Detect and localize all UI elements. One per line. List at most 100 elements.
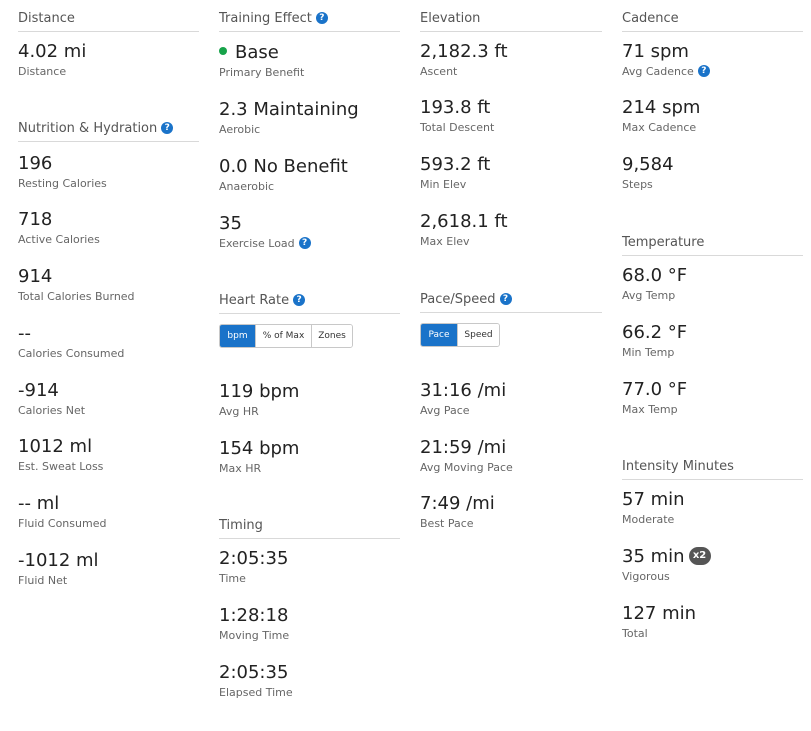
toggle-zones[interactable]: Zones bbox=[311, 325, 352, 347]
stat-label: Resting Calories bbox=[18, 177, 107, 190]
stat-value: 2.3 Maintaining bbox=[219, 99, 359, 120]
stat-value: 119 bpm bbox=[219, 381, 300, 402]
stat-label: Anaerobic bbox=[219, 180, 275, 193]
stat-label: Max Elev bbox=[420, 235, 470, 248]
stat-value: 593.2 ft bbox=[420, 154, 491, 175]
heart-rate-title-text: Heart Rate bbox=[219, 293, 290, 308]
stat-label: Min Temp bbox=[622, 346, 675, 359]
help-icon[interactable]: ? bbox=[499, 292, 512, 305]
stat-label: Moving Time bbox=[219, 629, 290, 642]
heart-rate-title: Heart Rate? bbox=[219, 282, 400, 314]
stat-value: -- ml bbox=[18, 493, 60, 514]
stat-label: Est. Sweat Loss bbox=[18, 460, 104, 473]
stat-value: 35 bbox=[219, 213, 242, 234]
intensity-minutes-title: Intensity Minutes bbox=[622, 448, 803, 480]
stat-label: Fluid Net bbox=[18, 574, 68, 587]
stat-value: 193.8 ft bbox=[420, 97, 491, 118]
stat-label: Steps bbox=[622, 178, 653, 191]
stat-value: 196 bbox=[18, 153, 53, 174]
stat-value: 2:05:35 bbox=[219, 548, 289, 569]
stat-label: Active Calories bbox=[18, 233, 100, 246]
stat-label: Min Elev bbox=[420, 178, 467, 191]
stat-label: Max Temp bbox=[622, 403, 678, 416]
stat-label: Best Pace bbox=[420, 517, 474, 530]
heart-rate-unit-toggle: bpm % of Max Zones bbox=[219, 324, 353, 348]
stat-value: 2,182.3 ft bbox=[420, 41, 508, 62]
primary-benefit-value: Base bbox=[235, 42, 279, 63]
training-effect-title: Training Effect? bbox=[219, 0, 400, 32]
stat-value: -914 bbox=[18, 380, 59, 401]
nutrition-title-text: Nutrition & Hydration bbox=[18, 121, 158, 136]
nutrition-title: Nutrition & Hydration? bbox=[18, 110, 199, 142]
stat-label: Avg Temp bbox=[622, 289, 676, 302]
help-icon[interactable]: ? bbox=[315, 11, 328, 24]
toggle-pace[interactable]: Pace bbox=[421, 324, 457, 346]
training-effect-title-text: Training Effect bbox=[219, 11, 312, 26]
stat-label: Calories Consumed bbox=[18, 347, 125, 360]
stat-label: Distance bbox=[18, 65, 67, 78]
temperature-title: Temperature bbox=[622, 224, 803, 256]
stat-value: 9,584 bbox=[622, 154, 674, 175]
timing-title: Timing bbox=[219, 507, 400, 539]
stat-label: Avg Cadence? bbox=[622, 65, 710, 79]
stat-label: Calories Net bbox=[18, 404, 86, 417]
stat-value: -- bbox=[18, 323, 31, 344]
cadence-title: Cadence bbox=[622, 0, 803, 32]
stat-label: Max Cadence bbox=[622, 121, 697, 134]
stat-label: Time bbox=[219, 572, 246, 585]
stat-value: 7:49 /mi bbox=[420, 493, 495, 514]
stat-value: 2:05:35 bbox=[219, 662, 289, 683]
stat-label: Elapsed Time bbox=[219, 686, 293, 699]
stat-value: Base bbox=[219, 42, 279, 64]
stat-value: 21:59 /mi bbox=[420, 437, 507, 458]
stat-value: 1012 ml bbox=[18, 436, 93, 457]
stat-label: Vigorous bbox=[622, 570, 670, 583]
stat-label: Avg Pace bbox=[420, 404, 470, 417]
stat-label: Avg HR bbox=[219, 405, 259, 418]
stat-value: 0.0 No Benefit bbox=[219, 156, 348, 177]
avg-cadence-label: Avg Cadence bbox=[622, 65, 694, 78]
stat-label: Aerobic bbox=[219, 123, 261, 136]
status-dot-icon bbox=[219, 47, 227, 55]
stat-value: 914 bbox=[18, 266, 53, 287]
stat-value: 77.0 °F bbox=[622, 379, 688, 400]
stat-value: 127 min bbox=[622, 603, 697, 624]
elevation-title: Elevation bbox=[420, 0, 602, 32]
help-icon[interactable]: ? bbox=[293, 293, 306, 306]
stat-value: 66.2 °F bbox=[622, 322, 688, 343]
stat-label: Total Calories Burned bbox=[18, 290, 135, 303]
stat-value: 68.0 °F bbox=[622, 265, 688, 286]
stat-value: 31:16 /mi bbox=[420, 380, 507, 401]
stat-label: Avg Moving Pace bbox=[420, 461, 513, 474]
stat-label: Primary Benefit bbox=[219, 66, 305, 79]
exercise-load-label: Exercise Load bbox=[219, 237, 295, 250]
stat-label: Total Descent bbox=[420, 121, 495, 134]
stat-value: -1012 ml bbox=[18, 550, 99, 571]
stat-label: Fluid Consumed bbox=[18, 517, 107, 530]
stat-label: Ascent bbox=[420, 65, 458, 78]
vigorous-value: 35 min bbox=[622, 546, 685, 567]
stat-value: 214 spm bbox=[622, 97, 701, 118]
stat-value: 718 bbox=[18, 209, 53, 230]
toggle-speed[interactable]: Speed bbox=[457, 324, 499, 346]
stat-value: 4.02 mi bbox=[18, 41, 87, 62]
stat-value: 35 min x2 bbox=[622, 546, 711, 568]
stat-value: 57 min bbox=[622, 489, 685, 510]
help-icon[interactable]: ? bbox=[697, 65, 710, 77]
toggle-bpm[interactable]: bpm bbox=[220, 325, 255, 347]
stat-value: 2,618.1 ft bbox=[420, 211, 508, 232]
help-icon[interactable]: ? bbox=[161, 121, 174, 134]
stat-value: 1:28:18 bbox=[219, 605, 289, 626]
pace-speed-toggle: Pace Speed bbox=[420, 323, 500, 347]
stat-label: Moderate bbox=[622, 513, 675, 526]
multiplier-badge: x2 bbox=[688, 547, 711, 565]
help-icon[interactable]: ? bbox=[298, 237, 311, 249]
pace-speed-title-text: Pace/Speed bbox=[420, 292, 496, 307]
distance-title: Distance bbox=[18, 0, 199, 32]
stat-label: Max HR bbox=[219, 462, 262, 475]
stat-label: Total bbox=[622, 627, 648, 640]
stat-value: 154 bpm bbox=[219, 438, 300, 459]
toggle-percent-of-max[interactable]: % of Max bbox=[255, 325, 311, 347]
stat-label: Exercise Load? bbox=[219, 237, 311, 251]
pace-speed-title: Pace/Speed? bbox=[420, 281, 602, 313]
